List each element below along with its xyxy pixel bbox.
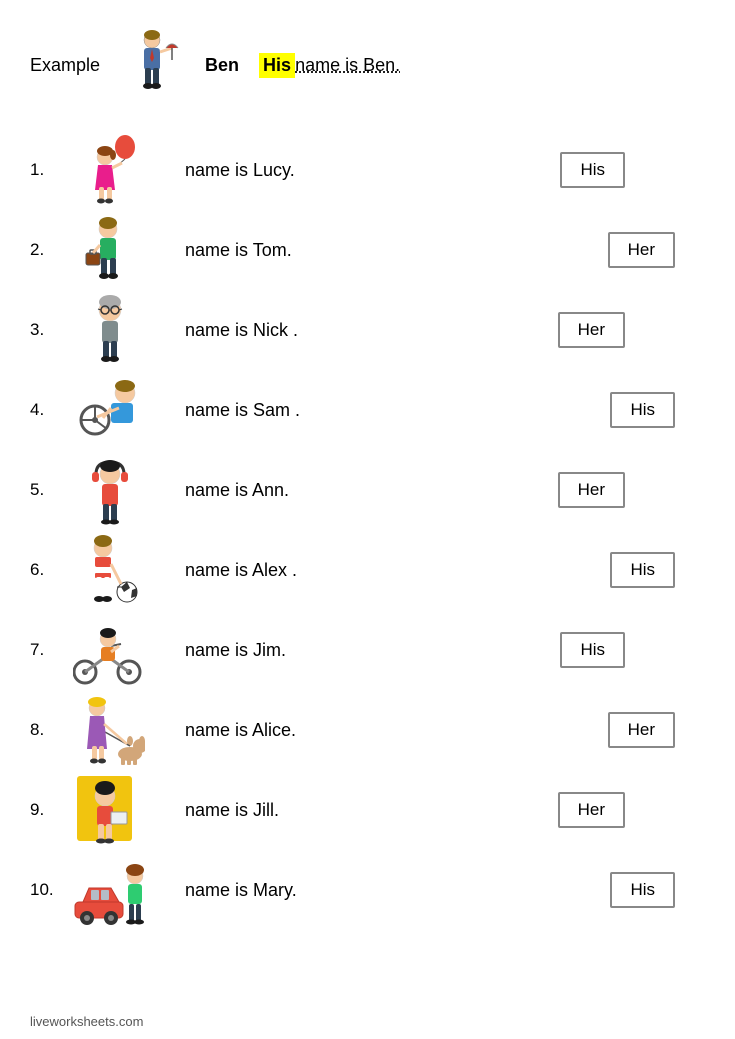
item-image bbox=[65, 294, 155, 366]
pronoun-box: His bbox=[610, 552, 675, 588]
pronoun-box: Her bbox=[558, 792, 625, 828]
item-number: 4. bbox=[30, 400, 65, 420]
item-row: 1. name is bbox=[30, 130, 705, 210]
pronoun-box: His bbox=[560, 152, 625, 188]
item-image bbox=[65, 534, 155, 606]
pronoun-box: His bbox=[610, 392, 675, 428]
pronoun-box: Her bbox=[558, 312, 625, 348]
pronoun-box: Her bbox=[558, 472, 625, 508]
item-image bbox=[65, 774, 155, 846]
item-number: 9. bbox=[30, 800, 65, 820]
item-image bbox=[65, 135, 155, 205]
item-row: 5. name is Ann. Her bbox=[30, 450, 705, 530]
item-row: 7. name is Jim. His bbox=[30, 610, 705, 690]
example-row: Example Ben His name is Ben. bbox=[30, 30, 705, 100]
figure-3 bbox=[80, 294, 140, 366]
item-number: 2. bbox=[30, 240, 65, 260]
example-sentence: name is Ben. bbox=[295, 55, 400, 76]
item-image bbox=[65, 694, 155, 766]
item-image bbox=[65, 215, 155, 285]
example-label: Example bbox=[30, 55, 100, 76]
figure-9 bbox=[75, 774, 145, 846]
item-image bbox=[65, 375, 155, 445]
highlight-his: His bbox=[259, 53, 295, 78]
figure-10 bbox=[73, 854, 148, 926]
item-row: 4. name is Sam . His bbox=[30, 370, 705, 450]
item-number: 1. bbox=[30, 160, 65, 180]
item-row: 8. bbox=[30, 690, 705, 770]
figure-6 bbox=[75, 534, 145, 606]
item-number: 5. bbox=[30, 480, 65, 500]
figure-2 bbox=[80, 215, 140, 285]
pronoun-box: Her bbox=[608, 232, 675, 268]
pronoun-box: His bbox=[610, 872, 675, 908]
items-list: 1. name is bbox=[30, 130, 705, 930]
item-number: 6. bbox=[30, 560, 65, 580]
example-name: Ben bbox=[205, 55, 239, 76]
item-row: 6. bbox=[30, 530, 705, 610]
item-number: 10. bbox=[30, 880, 65, 900]
figure-4 bbox=[75, 375, 145, 445]
figure-7 bbox=[73, 614, 148, 686]
item-number: 7. bbox=[30, 640, 65, 660]
example-figure bbox=[120, 30, 185, 100]
item-row: 2. name is Tom. bbox=[30, 210, 705, 290]
pronoun-box: Her bbox=[608, 712, 675, 748]
item-image bbox=[65, 854, 155, 926]
example-pronoun-highlight: His name is Ben. bbox=[259, 53, 400, 78]
item-image bbox=[65, 614, 155, 686]
item-row: 10. bbox=[30, 850, 705, 930]
item-number: 3. bbox=[30, 320, 65, 340]
item-image bbox=[65, 454, 155, 526]
item-row: 9. name is Jill. Her bbox=[30, 770, 705, 850]
item-number: 8. bbox=[30, 720, 65, 740]
figure-1 bbox=[80, 135, 140, 205]
figure-5 bbox=[80, 454, 140, 526]
footer-text: liveworksheets.com bbox=[30, 1014, 143, 1029]
item-row: 3. name is bbox=[30, 290, 705, 370]
figure-8 bbox=[75, 694, 145, 766]
pronoun-box: His bbox=[560, 632, 625, 668]
